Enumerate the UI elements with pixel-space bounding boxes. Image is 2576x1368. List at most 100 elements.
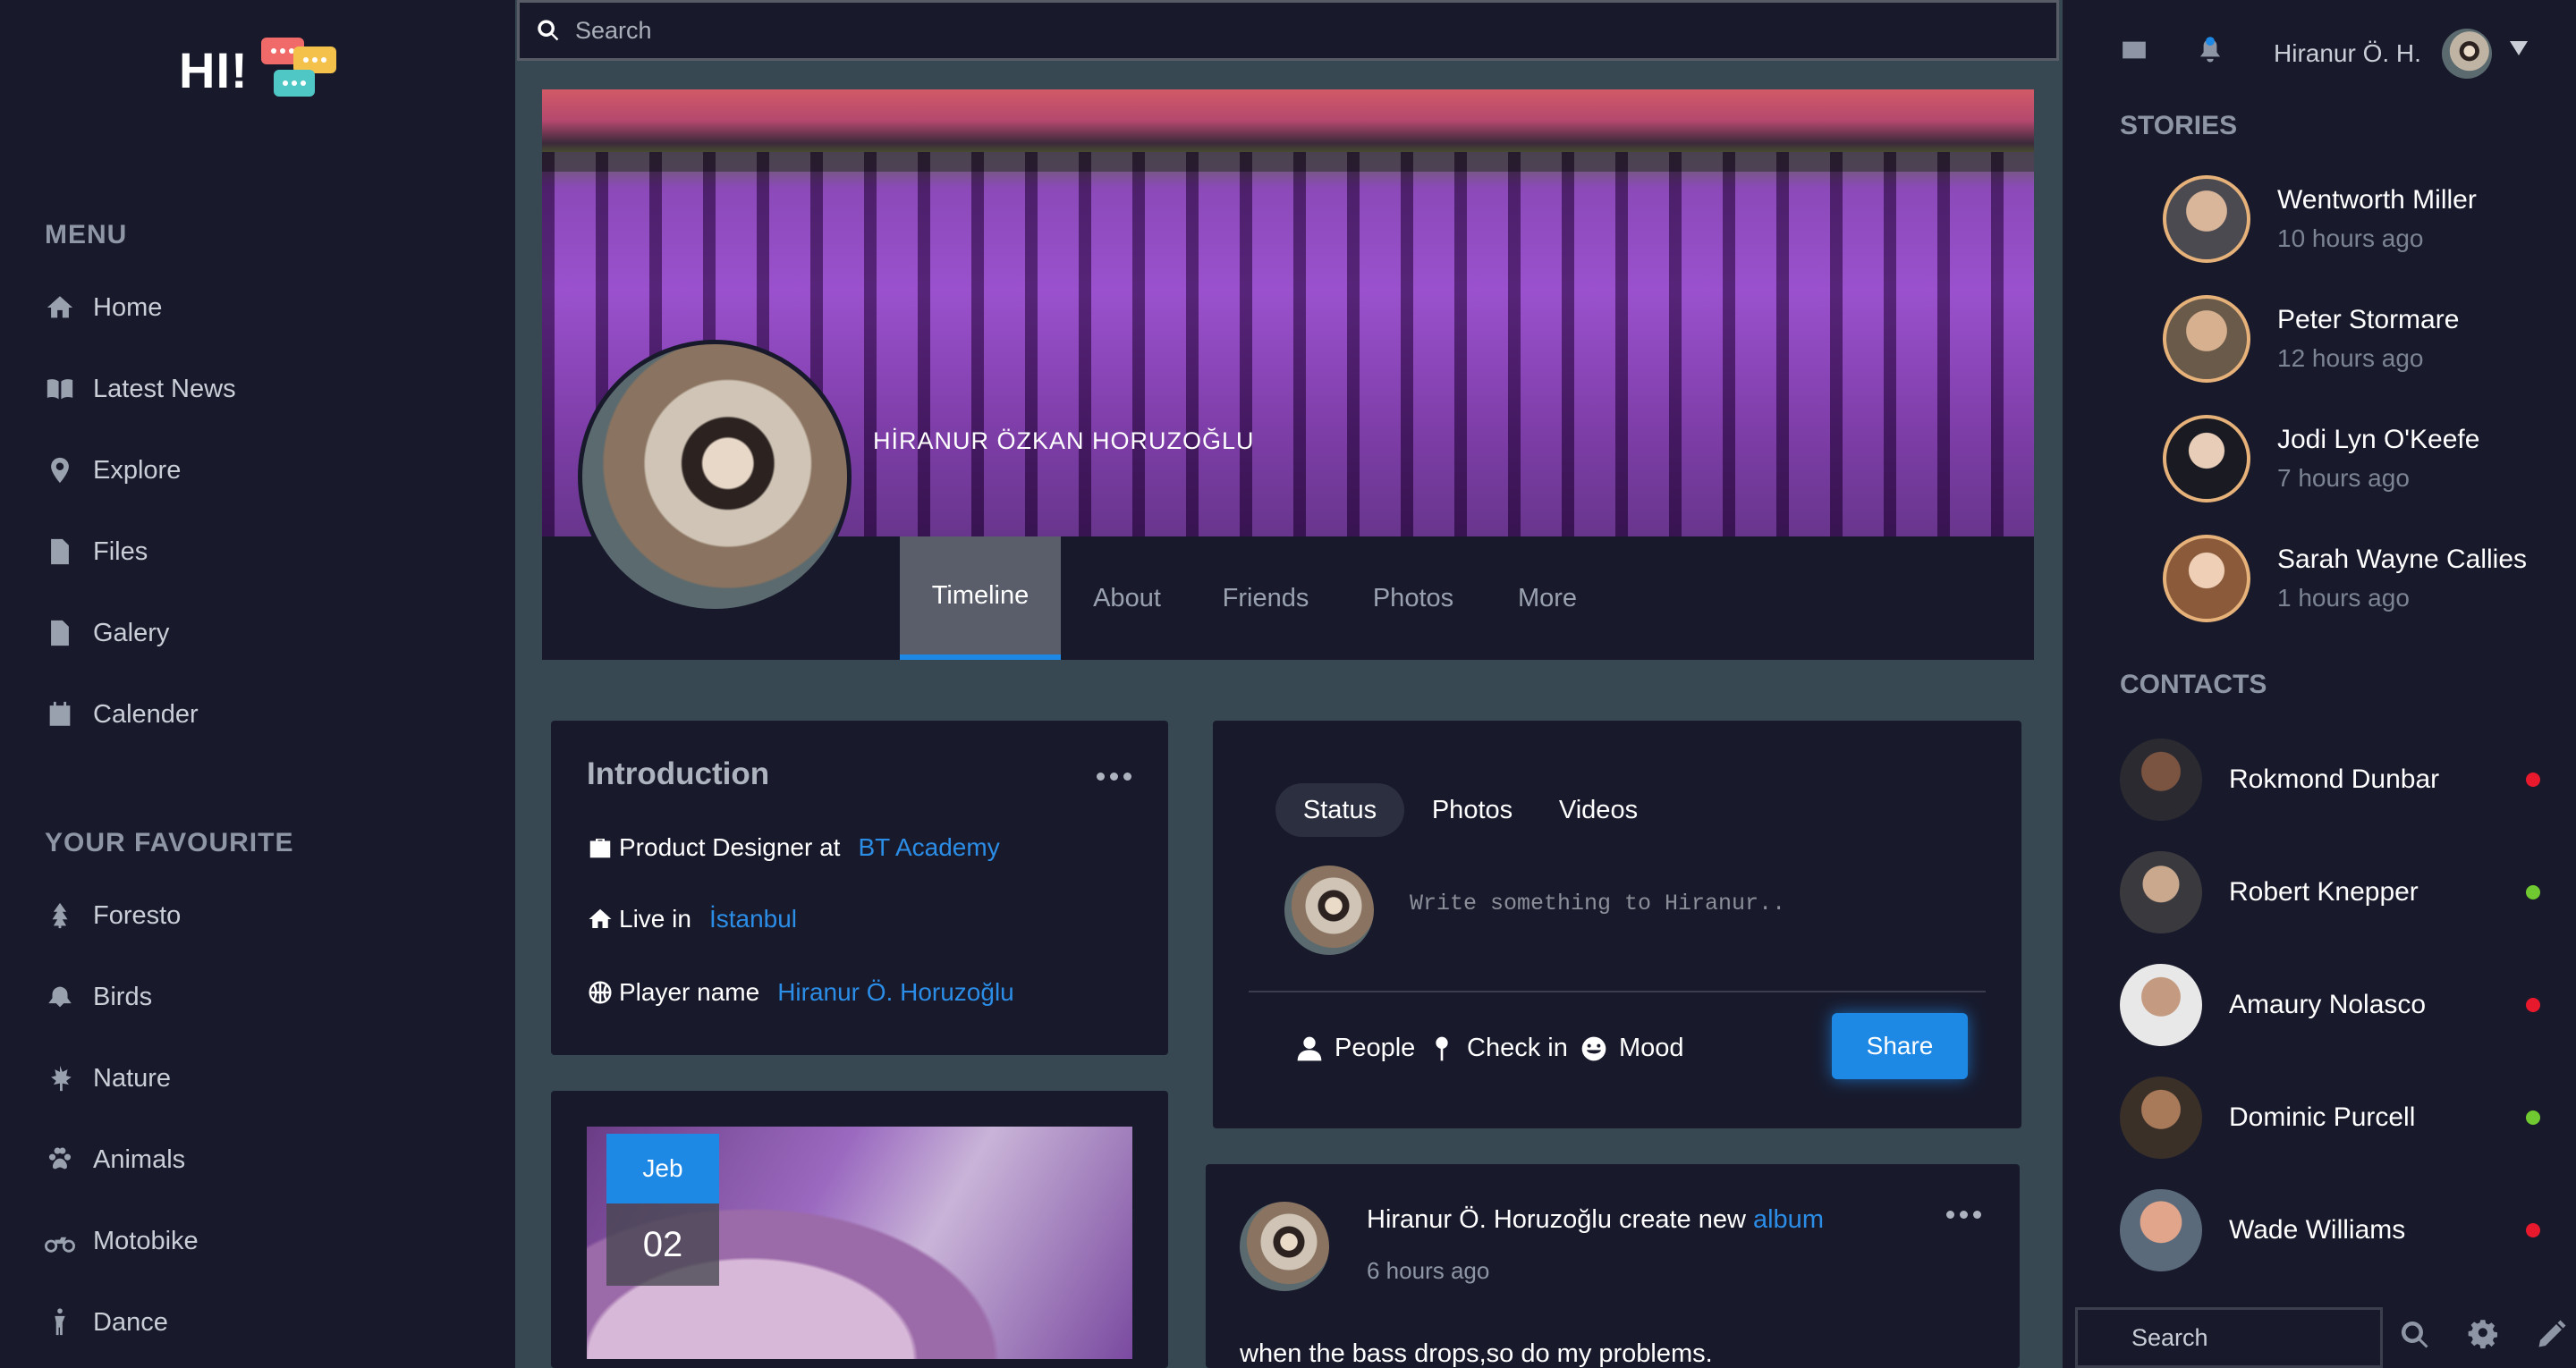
contacts-search-input[interactable]: Search — [2075, 1307, 2383, 1368]
motorcycle-icon — [45, 1237, 75, 1253]
story-avatar — [2163, 295, 2250, 383]
user-name[interactable]: Hiranur Ö. H. — [2274, 39, 2421, 68]
composer-tab-status[interactable]: Status — [1275, 783, 1404, 837]
contact-name: Rokmond Dunbar — [2229, 764, 2440, 794]
status-dot — [2526, 1110, 2540, 1125]
book-icon — [47, 379, 73, 400]
story-item[interactable]: Sarah Wayne Callies 1 hours ago — [2163, 535, 2527, 622]
search-input[interactable]: Search — [575, 17, 652, 45]
user-avatar[interactable] — [2442, 29, 2492, 79]
nav-item-motobike[interactable]: Motobike — [45, 1219, 199, 1263]
story-name: Peter Stormare — [2277, 305, 2460, 334]
composer-tab-videos[interactable]: Videos — [1540, 783, 1657, 837]
story-name: Jodi Lyn O'Keefe — [2277, 425, 2480, 454]
map-pin-icon — [51, 457, 69, 484]
search-icon[interactable] — [2399, 1319, 2431, 1351]
profile-avatar[interactable] — [578, 340, 852, 613]
paw-icon — [48, 1147, 72, 1170]
contact-item[interactable]: Dominic Purcell — [2120, 1077, 2540, 1159]
contact-name: Amaury Nolasco — [2229, 990, 2427, 1019]
nav-item-explore[interactable]: Explore — [45, 448, 181, 493]
nav-item-foresto[interactable]: Foresto — [45, 893, 181, 938]
nav-label: Animals — [93, 1144, 186, 1174]
story-time: 10 hours ago — [2277, 224, 2424, 252]
left-sidebar: HI! MENU Home Latest News Explore Files — [0, 0, 515, 1368]
basketball-icon — [589, 981, 612, 1004]
nav-label: Birds — [93, 982, 153, 1011]
post-body: when the bass drops,so do my problems. — [1240, 1339, 1713, 1368]
story-avatar — [2163, 415, 2250, 502]
share-button[interactable]: Share — [1832, 1013, 1968, 1079]
logo[interactable]: HI! — [179, 34, 342, 106]
nav-item-nature[interactable]: Nature — [45, 1056, 171, 1101]
live-link[interactable]: İstanbul — [709, 905, 797, 933]
nav-item-galery[interactable]: Galery — [45, 611, 169, 655]
story-item[interactable]: Wentworth Miller 10 hours ago — [2163, 175, 2477, 263]
post-title: Hiranur Ö. Horuzoğlu create new album — [1367, 1205, 1824, 1235]
story-item[interactable]: Jodi Lyn O'Keefe 7 hours ago — [2163, 415, 2479, 502]
smile-icon — [1581, 1036, 1606, 1060]
player-link[interactable]: Hiranur Ö. Horuzoğlu — [777, 978, 1014, 1007]
contact-item[interactable]: Rokmond Dunbar — [2120, 739, 2540, 821]
calendar-icon — [49, 701, 71, 726]
tab-about[interactable]: About — [1073, 536, 1181, 660]
contact-item[interactable]: Robert Knepper — [2120, 851, 2540, 933]
contact-name: Robert Knepper — [2229, 877, 2419, 907]
more-options-icon[interactable] — [1097, 773, 1131, 781]
nav-item-animals[interactable]: Animals — [45, 1137, 185, 1182]
nav-label: Foresto — [93, 900, 182, 930]
nav-label: Galery — [93, 618, 170, 647]
bell-icon[interactable] — [2197, 36, 2224, 69]
post-card: Hiranur Ö. Horuzoğlu create new album 6 … — [1206, 1164, 2020, 1368]
post-author-text: Hiranur Ö. Horuzoğlu create new — [1367, 1205, 1746, 1234]
stories-title: STORIES — [2120, 111, 2238, 140]
contact-item[interactable]: Amaury Nolasco — [2120, 964, 2540, 1046]
intro-title: Introduction — [587, 756, 770, 791]
contact-avatar — [2120, 964, 2202, 1046]
people-button[interactable]: People — [1295, 1034, 1415, 1063]
check-in-label: Check in — [1467, 1034, 1568, 1062]
user-icon — [1297, 1036, 1322, 1060]
tab-friends[interactable]: Friends — [1208, 536, 1324, 660]
tab-photos[interactable]: Photos — [1351, 536, 1476, 660]
contact-name: Wade Williams — [2229, 1215, 2406, 1245]
status-dot — [2526, 885, 2540, 899]
post-avatar[interactable] — [1240, 1202, 1329, 1291]
composer-card: Status Photos Videos Write something to … — [1213, 721, 2021, 1128]
mail-icon[interactable] — [2122, 39, 2147, 65]
nav-item-birds[interactable]: Birds — [45, 975, 152, 1019]
intro-player: Player name Hiranur Ö. Horuzoğlu — [587, 978, 1014, 1007]
people-label: People — [1335, 1034, 1416, 1062]
status-dot — [2526, 1223, 2540, 1237]
check-in-button[interactable]: Check in — [1428, 1034, 1568, 1063]
composer-tab-photos[interactable]: Photos — [1415, 783, 1530, 837]
story-name: Wentworth Miller — [2277, 185, 2477, 215]
status-input[interactable]: Write something to Hiranur.. — [1410, 891, 1785, 916]
nav-item-home[interactable]: Home — [45, 285, 162, 330]
nav-item-dance[interactable]: Dance — [45, 1300, 168, 1345]
nav-item-latest-news[interactable]: Latest News — [45, 367, 236, 411]
post-more-icon[interactable] — [1946, 1211, 1981, 1219]
mood-button[interactable]: Mood — [1580, 1034, 1684, 1063]
contact-item[interactable]: Wade Williams — [2120, 1189, 2540, 1271]
intro-job: Product Designer at BT Academy — [587, 833, 1000, 862]
contact-avatar — [2120, 851, 2202, 933]
tab-more[interactable]: More — [1503, 536, 1592, 660]
tab-timeline[interactable]: Timeline — [900, 536, 1061, 660]
gear-icon[interactable] — [2467, 1319, 2499, 1351]
story-item[interactable]: Peter Stormare 12 hours ago — [2163, 295, 2459, 383]
album-link[interactable]: album — [1753, 1205, 1824, 1234]
top-search-bar[interactable]: Search — [517, 0, 2059, 61]
chevron-down-icon[interactable] — [2510, 41, 2528, 55]
nav-label: Explore — [93, 455, 182, 485]
story-time: 12 hours ago — [2277, 344, 2424, 372]
job-link[interactable]: BT Academy — [858, 833, 999, 862]
nav-item-calender[interactable]: Calender — [45, 692, 199, 737]
story-avatar — [2163, 175, 2250, 263]
nav-item-files[interactable]: Files — [45, 529, 148, 574]
app-root: HI! MENU Home Latest News Explore Files — [0, 0, 2576, 1368]
dance-icon — [55, 1308, 65, 1336]
pencil-icon[interactable] — [2535, 1319, 2567, 1351]
date-month: Jeb — [606, 1134, 719, 1203]
bird-icon — [48, 986, 72, 1008]
